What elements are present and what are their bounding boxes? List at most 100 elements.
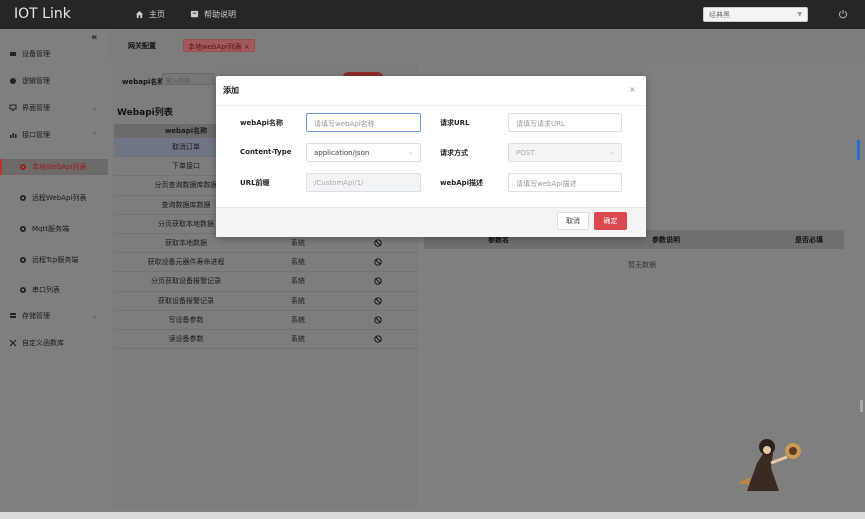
gear-icon xyxy=(19,256,27,264)
collapse-sidebar-icon[interactable]: « xyxy=(91,32,97,43)
add-webapi-dialog: 添加 × webApi名称 请填写webApi名称 请求URL 请填写请求URL… xyxy=(216,76,646,237)
sidebar: « 设备管理 逻辑管理 界面管理 ⌄ 接口管理 ⌃ 本地WebApi列表 远程W… xyxy=(0,29,108,519)
sidebar-item-serial[interactable]: 串口列表 xyxy=(0,283,108,297)
webapi-name-cell: 写设备参数 xyxy=(168,315,204,324)
sidebar-item-label: 远程WebApi列表 xyxy=(32,194,87,202)
gear-icon xyxy=(19,163,27,171)
list-title: Webapi列表 xyxy=(117,108,173,118)
mascot-image xyxy=(737,439,801,491)
app-logo: IOT Link xyxy=(14,6,71,22)
sidebar-item-label: 远程Tcp服务端 xyxy=(32,256,79,264)
content-type-value: application/json xyxy=(314,149,370,157)
chart-icon xyxy=(9,131,17,139)
help-icon xyxy=(190,10,199,18)
home-icon xyxy=(135,10,144,19)
request-method-label: 请求方式 xyxy=(440,149,468,157)
search-input[interactable]: 输入内容 xyxy=(162,73,214,85)
webapi-action-cell xyxy=(338,296,418,305)
power-icon[interactable] xyxy=(838,9,848,19)
sidebar-item-local-webapi[interactable]: 本地WebApi列表 xyxy=(0,159,108,175)
webapi-action-cell xyxy=(338,277,418,286)
logic-icon xyxy=(9,77,17,85)
storage-icon xyxy=(9,312,17,320)
theme-select-value: 经典黑 xyxy=(709,11,730,19)
webapi-name-cell: 获取设备报警记录 xyxy=(158,296,214,305)
cancel-button[interactable]: 取消 xyxy=(557,212,589,230)
table-row[interactable]: 获取设备元器件寿命进程 系统 xyxy=(114,253,418,273)
ban-icon[interactable] xyxy=(374,335,382,343)
sidebar-item-device[interactable]: 设备管理 xyxy=(0,47,108,61)
table-row[interactable]: 写设备参数 系统 xyxy=(114,311,418,330)
table-row[interactable]: 获取设备报警记录 系统 xyxy=(114,292,418,311)
confirm-button[interactable]: 确定 xyxy=(594,212,627,230)
tab-local-webapi[interactable]: 本地webApi列表 × xyxy=(183,39,255,52)
sidebar-item-logic[interactable]: 逻辑管理 xyxy=(0,74,108,88)
monitor-icon xyxy=(9,104,17,112)
sidebar-item-ui[interactable]: 界面管理 ⌄ xyxy=(0,101,108,115)
top-bar: IOT Link 主页 帮助说明 经典黑 ▼ xyxy=(0,0,865,29)
webapi-name-cell: 获取设备元器件寿命进程 xyxy=(147,258,225,267)
webapi-type-cell: 系统 xyxy=(291,296,305,305)
scrollbar-thumb[interactable] xyxy=(857,140,860,160)
chevron-down-icon: ⌄ xyxy=(91,104,97,112)
url-prefix-label: URL前缀 xyxy=(240,179,270,187)
url-prefix-input: /CustomApi/1/ xyxy=(306,173,421,192)
webapi-action-cell xyxy=(338,316,418,324)
sidebar-item-mqtt[interactable]: Mqtt服务端 xyxy=(0,222,108,236)
nav-help[interactable]: 帮助说明 xyxy=(190,9,236,20)
chevron-down-icon: ⌄ xyxy=(608,149,614,156)
sidebar-item-functions[interactable]: 自定义函数库 xyxy=(0,336,108,350)
gear-icon xyxy=(19,225,27,233)
sidebar-item-interface[interactable]: 接口管理 ⌃ xyxy=(0,128,108,142)
webapi-name-label: webApi名称 xyxy=(240,119,284,127)
scrollbar-mark xyxy=(860,400,863,412)
sidebar-item-storage[interactable]: 存储管理 ⌄ xyxy=(0,309,108,323)
function-icon xyxy=(9,339,17,347)
webapi-action-cell xyxy=(338,335,418,343)
tab-bar: 网关配置 本地webApi列表 × xyxy=(108,29,865,62)
sidebar-item-label: 界面管理 xyxy=(22,104,50,112)
ban-icon[interactable] xyxy=(374,239,382,247)
request-url-input[interactable]: 请填写请求URL xyxy=(508,113,622,132)
request-method-value: POST xyxy=(516,149,535,157)
chevron-down-icon: ⌄ xyxy=(91,312,97,320)
tab-label: 本地webApi列表 xyxy=(188,43,242,51)
webapi-name-cell: 分页获取设备报警记录 xyxy=(151,277,221,286)
ban-icon[interactable] xyxy=(374,258,382,266)
dialog-title: 添加 xyxy=(223,86,239,95)
content-type-select[interactable]: application/json ⌄ xyxy=(306,143,421,162)
close-icon[interactable]: × xyxy=(244,43,250,51)
webapi-name-cell: 读设备参数 xyxy=(168,334,204,343)
gear-icon xyxy=(19,194,27,202)
nav-home[interactable]: 主页 xyxy=(135,9,165,20)
webapi-name-input[interactable]: 请填写webApi名称 xyxy=(306,113,421,132)
webapi-action-cell xyxy=(338,239,418,247)
tab-gateway-config[interactable]: 网关配置 xyxy=(124,39,160,52)
request-method-select: POST ⌄ xyxy=(508,143,622,162)
search-label: webapi名称: xyxy=(122,78,168,86)
dialog-divider xyxy=(216,105,646,106)
chevron-down-icon: ▼ xyxy=(797,11,802,18)
chevron-down-icon: ⌄ xyxy=(407,149,413,156)
webapi-type-cell: 系统 xyxy=(291,334,305,343)
sidebar-item-label: 逻辑管理 xyxy=(22,77,50,85)
table-row[interactable]: 分页获取设备报警记录 系统 xyxy=(114,272,418,292)
sidebar-item-remote-webapi[interactable]: 远程WebApi列表 xyxy=(0,191,108,205)
bottom-strip xyxy=(0,512,865,519)
ban-icon[interactable] xyxy=(374,316,382,324)
close-icon[interactable]: × xyxy=(629,85,636,94)
device-icon xyxy=(9,50,17,58)
webapi-name-cell: 获取本地数据 xyxy=(165,239,207,248)
webapi-type-cell: 系统 xyxy=(291,277,305,286)
sidebar-item-label: 自定义函数库 xyxy=(22,339,64,347)
theme-select[interactable]: 经典黑 ▼ xyxy=(703,7,808,22)
webapi-action-cell xyxy=(338,258,418,266)
ban-icon[interactable] xyxy=(374,277,382,286)
sidebar-item-remote-tcp[interactable]: 远程Tcp服务端 xyxy=(0,253,108,267)
request-url-label: 请求URL xyxy=(440,119,470,127)
sidebar-item-label: Mqtt服务端 xyxy=(32,225,69,233)
table-row[interactable]: 读设备参数 系统 xyxy=(114,330,418,350)
webapi-desc-input[interactable]: 请填写webApi描述 xyxy=(508,173,622,192)
webapi-type-cell: 系统 xyxy=(291,258,305,267)
ban-icon[interactable] xyxy=(374,296,382,305)
